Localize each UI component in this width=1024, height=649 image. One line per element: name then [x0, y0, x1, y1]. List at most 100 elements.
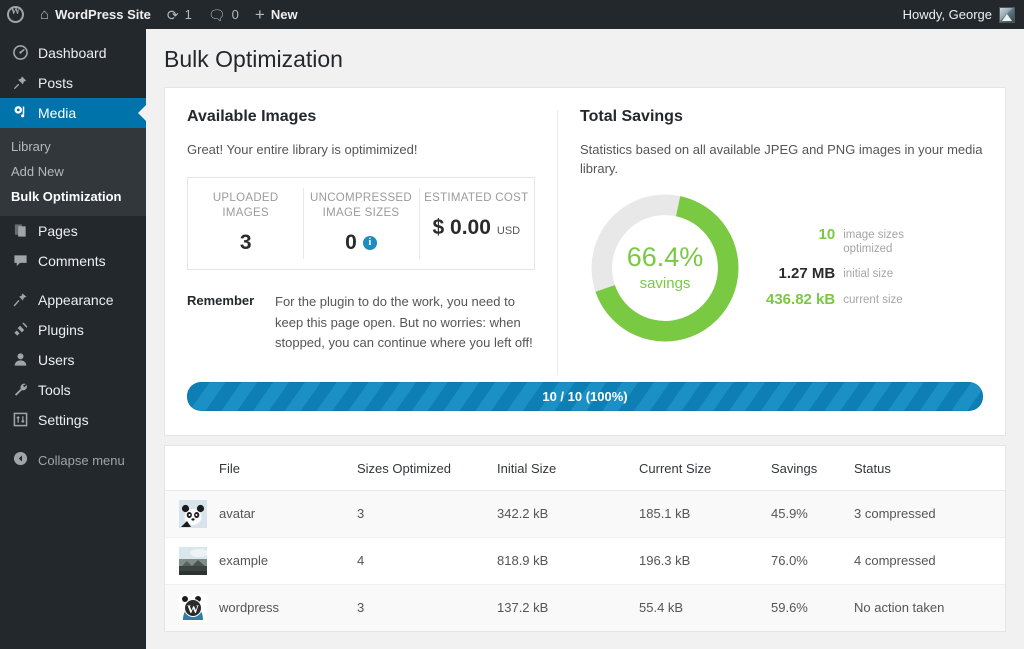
sidebar-submenu-media: Library Add New Bulk Optimization: [0, 128, 146, 216]
table-header-row: File Sizes Optimized Initial Size Curren…: [165, 446, 1005, 491]
sidebar-item-dashboard[interactable]: Dashboard: [0, 38, 146, 68]
wordpress-logo-thumbnail: W: [179, 594, 211, 622]
donut-caption: savings: [640, 275, 691, 292]
comment-bubble-icon: 🗨: [208, 8, 226, 22]
paintbrush-icon: [11, 292, 29, 309]
metric-row: 1.27 MB initial size: [766, 265, 909, 282]
comment-bubble-icon: [11, 253, 29, 270]
sidebar-item-appearance[interactable]: Appearance: [0, 285, 146, 315]
stat-label: UPLOADED IMAGES: [192, 191, 299, 221]
sidebar-item-tools[interactable]: Tools: [0, 375, 146, 405]
stat-value: 0: [345, 231, 357, 255]
sidebar-item-settings[interactable]: Settings: [0, 405, 146, 435]
sidebar-item-label: Dashboard: [38, 45, 107, 61]
total-savings-subtitle: Statistics based on all available JPEG a…: [580, 140, 983, 179]
metric-value: 10: [819, 226, 836, 243]
col-savings: Savings: [763, 446, 846, 491]
sidebar-item-comments[interactable]: Comments: [0, 246, 146, 276]
col-thumbnail: [165, 446, 211, 491]
sidebar-item-posts[interactable]: Posts: [0, 68, 146, 98]
adminbar-updates[interactable]: ⟳ 1: [159, 0, 200, 29]
settings-sliders-icon: [11, 412, 29, 429]
cell-current-size: 196.3 kB: [631, 537, 763, 584]
sidebar-item-plugins[interactable]: Plugins: [0, 315, 146, 345]
collapse-arrow-icon: [11, 451, 29, 469]
pin-icon: [11, 75, 29, 92]
avatar: [999, 7, 1015, 23]
adminbar-account[interactable]: Howdy, George: [903, 7, 1024, 23]
info-circle-icon[interactable]: i: [363, 236, 377, 250]
remember-text: For the plugin to do the work, you need …: [275, 292, 535, 352]
sidebar-item-media[interactable]: Media: [0, 98, 146, 128]
cell-sizes-optimized: 3: [349, 584, 489, 631]
stat-value: $ 0.00: [433, 216, 491, 240]
admin-bar: ⌂ WordPress Site ⟳ 1 🗨 0 + New Howdy, Ge…: [0, 0, 1024, 29]
pages-icon: [11, 223, 29, 240]
savings-donut-chart: 66.4% savings: [580, 189, 758, 351]
stats-box: UPLOADED IMAGES 3 UNCOMPRESSED IMAGE SIZ…: [187, 177, 535, 270]
media-camera-icon: [11, 105, 29, 122]
stat-value-wrap: $ 0.00 USD: [423, 216, 530, 240]
cell-thumbnail: W: [165, 584, 211, 631]
adminbar-site-name[interactable]: ⌂ WordPress Site: [32, 0, 159, 29]
sidebar-subitem-library[interactable]: Library: [0, 134, 146, 159]
cell-thumbnail: [165, 537, 211, 584]
page-title: Bulk Optimization: [146, 29, 1024, 87]
cell-thumbnail: [165, 490, 211, 537]
progress-label: 10 / 10 (100%): [542, 389, 627, 404]
collapse-menu-button[interactable]: Collapse menu: [0, 445, 146, 475]
cell-sizes-optimized: 4: [349, 537, 489, 584]
metric-label: image sizes optimized: [843, 226, 909, 256]
table-row: W wordpress 3 137.2 kB 55.4 kB 59.6% No …: [165, 584, 1005, 631]
cell-initial-size: 818.9 kB: [489, 537, 631, 584]
optimization-results-table: File Sizes Optimized Initial Size Curren…: [165, 446, 1005, 631]
stat-label: ESTIMATED COST: [423, 191, 530, 206]
howdy-label: Howdy, George: [903, 7, 992, 22]
updates-count: 1: [185, 7, 192, 22]
comments-count: 0: [232, 7, 239, 22]
donut-percent: 66.4%: [627, 244, 704, 271]
adminbar-comments[interactable]: 🗨 0: [200, 0, 247, 29]
adminbar-new[interactable]: + New: [247, 0, 306, 29]
col-status: Status: [846, 446, 1005, 491]
stat-uploaded-images: UPLOADED IMAGES 3: [188, 178, 303, 269]
cell-current-size: 55.4 kB: [631, 584, 763, 631]
sidebar-spacer: [0, 276, 146, 285]
cell-status: No action taken: [846, 584, 1005, 631]
user-icon: [11, 352, 29, 369]
stat-unit: USD: [497, 225, 520, 240]
stat-value-wrap: 0 i: [307, 231, 414, 255]
stat-label: UNCOMPRESSED IMAGE SIZES: [307, 191, 414, 221]
main-content: Bulk Optimization Available Images Great…: [146, 29, 1024, 649]
cell-savings: 76.0%: [763, 537, 846, 584]
progress-bar: 10 / 10 (100%): [187, 382, 983, 411]
donut-center-labels: 66.4% savings: [586, 189, 744, 347]
metric-row: 436.82 kB current size: [766, 291, 909, 308]
col-initial-size: Initial Size: [489, 446, 631, 491]
col-file: File: [211, 446, 349, 491]
available-images-title: Available Images: [187, 108, 535, 126]
metric-value: 436.82 kB: [766, 291, 835, 308]
results-table-panel: File Sizes Optimized Initial Size Curren…: [164, 445, 1006, 632]
cell-savings: 59.6%: [763, 584, 846, 631]
cell-file: example: [211, 537, 349, 584]
cell-initial-size: 137.2 kB: [489, 584, 631, 631]
admin-sidebar: Dashboard Posts Media Library Add New Bu…: [0, 29, 146, 649]
dashboard-gauge-icon: [11, 45, 29, 62]
cell-file: avatar: [211, 490, 349, 537]
remember-note: Remember For the plugin to do the work, …: [187, 292, 535, 352]
wordpress-logo-icon: [7, 6, 24, 23]
sidebar-item-label: Settings: [38, 412, 89, 428]
progress-bar-container: 10 / 10 (100%): [187, 382, 983, 411]
sidebar-item-label: Comments: [38, 253, 106, 269]
sidebar-item-label: Pages: [38, 223, 78, 239]
stat-estimated-cost: ESTIMATED COST $ 0.00 USD: [419, 178, 534, 269]
stat-value: 3: [240, 231, 252, 255]
sidebar-item-label: Plugins: [38, 322, 84, 338]
sidebar-item-pages[interactable]: Pages: [0, 216, 146, 246]
adminbar-wp-logo[interactable]: [0, 0, 32, 29]
sidebar-subitem-add-new[interactable]: Add New: [0, 159, 146, 184]
available-images-subtitle: Great! Your entire library is optimimize…: [187, 140, 535, 160]
sidebar-item-users[interactable]: Users: [0, 345, 146, 375]
sidebar-subitem-bulk-optimization[interactable]: Bulk Optimization: [0, 184, 146, 209]
